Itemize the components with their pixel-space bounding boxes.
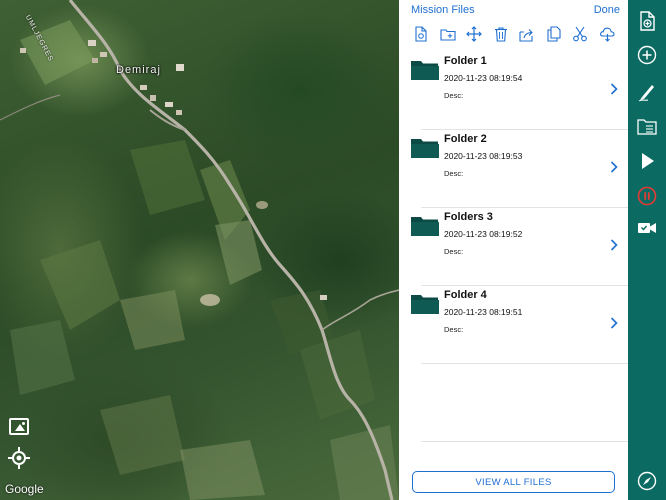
file-name: Folders 3 <box>444 211 493 223</box>
chevron-right-icon[interactable] <box>610 317 618 329</box>
compass-icon[interactable] <box>637 471 657 491</box>
chevron-right-icon[interactable] <box>610 83 618 95</box>
folder-icon <box>411 139 439 158</box>
cloud-download-icon[interactable] <box>599 26 615 42</box>
file-row-folders-3[interactable]: Folders 3 2020-11-23 08:19:52 Desc: <box>411 208 628 286</box>
duplicate-icon[interactable] <box>546 26 562 42</box>
file-row-folder-4[interactable]: Folder 4 2020-11-23 08:19:51 Desc: <box>411 286 628 364</box>
new-folder-icon[interactable] <box>440 26 456 42</box>
new-file-icon[interactable] <box>413 26 429 42</box>
folder-list-icon[interactable] <box>637 116 657 136</box>
file-date: 2020-11-23 08:19:53 <box>444 151 523 161</box>
place-label: Demiraj <box>116 64 161 76</box>
record-icon[interactable] <box>637 186 657 206</box>
map-layers-icon[interactable] <box>9 418 29 435</box>
file-desc: Desc: <box>444 91 464 100</box>
video-camera-icon[interactable] <box>637 218 657 238</box>
file-row-folder-1[interactable]: Folder 1 2020-11-23 08:19:54 Desc: <box>411 52 628 130</box>
cut-icon[interactable] <box>572 26 588 42</box>
file-desc: Desc: <box>444 325 464 334</box>
file-date: 2020-11-23 08:19:52 <box>444 229 523 239</box>
chevron-right-icon[interactable] <box>610 239 618 251</box>
file-date: 2020-11-23 08:19:54 <box>444 73 523 83</box>
right-toolbar <box>628 0 666 500</box>
google-attribution: Google <box>5 482 44 496</box>
satellite-map[interactable]: UMLJEGRES Demiraj Google <box>0 0 399 500</box>
play-icon[interactable] <box>637 151 657 171</box>
file-name: Folder 2 <box>444 133 487 145</box>
file-toolbar <box>413 26 615 44</box>
locate-icon[interactable] <box>8 447 30 469</box>
add-file-icon[interactable] <box>637 11 657 31</box>
add-circle-icon[interactable] <box>637 45 657 65</box>
folder-icon <box>411 217 439 236</box>
chevron-right-icon[interactable] <box>610 161 618 173</box>
draw-icon[interactable] <box>637 82 657 102</box>
mission-files-panel: Mission Files Done Folder 1 2020-11-23 0… <box>399 0 628 500</box>
panel-title: Mission Files <box>411 4 475 16</box>
panel-header: Mission Files Done <box>399 0 628 20</box>
folder-icon <box>411 295 439 314</box>
done-button[interactable]: Done <box>594 4 620 16</box>
share-icon[interactable] <box>519 26 535 42</box>
file-name: Folder 1 <box>444 55 487 67</box>
file-date: 2020-11-23 08:19:51 <box>444 307 523 317</box>
file-list: Folder 1 2020-11-23 08:19:54 Desc: Folde… <box>399 52 628 500</box>
file-desc: Desc: <box>444 247 464 256</box>
view-all-files-button[interactable]: VIEW ALL FILES <box>412 471 615 493</box>
map-terrain <box>0 0 399 500</box>
file-row-folder-2[interactable]: Folder 2 2020-11-23 08:19:53 Desc: <box>411 130 628 208</box>
folder-icon <box>411 61 439 80</box>
empty-row <box>421 364 628 442</box>
move-icon[interactable] <box>466 26 482 42</box>
file-name: Folder 4 <box>444 289 487 301</box>
file-desc: Desc: <box>444 169 464 178</box>
trash-icon[interactable] <box>493 26 509 42</box>
